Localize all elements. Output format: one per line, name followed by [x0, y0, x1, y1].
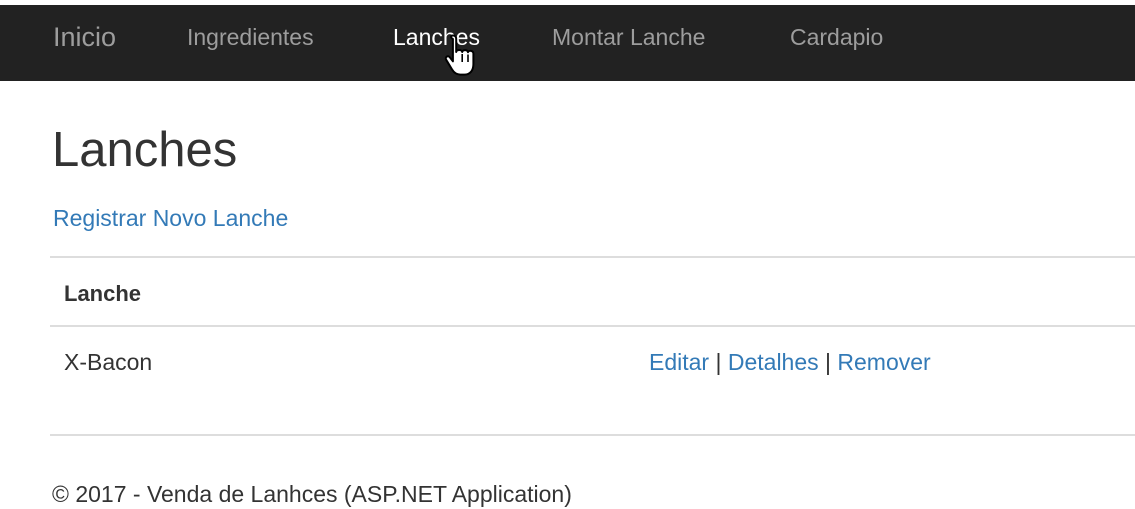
- navbar: Inicio Ingredientes Lanches Montar Lanch…: [0, 5, 1135, 81]
- action-separator: |: [715, 349, 722, 375]
- page-title: Lanches: [52, 123, 238, 177]
- table-header-lanche: Lanche: [64, 281, 142, 306]
- action-separator: |: [825, 349, 832, 375]
- create-new-link[interactable]: Registrar Novo Lanche: [53, 203, 288, 233]
- remove-link[interactable]: Remover: [837, 349, 930, 375]
- table-header-divider: [50, 325, 1135, 327]
- hand-pointer-icon: [444, 34, 475, 76]
- details-link[interactable]: Detalhes: [728, 349, 819, 375]
- edit-link[interactable]: Editar: [649, 349, 709, 375]
- footer-divider: [50, 434, 1135, 436]
- nav-item-ingredientes[interactable]: Ingredientes: [187, 22, 314, 52]
- row-actions: Editar | Detalhes | Remover: [649, 347, 931, 377]
- footer-copyright: © 2017 - Venda de Lanhces (ASP.NET Appli…: [52, 481, 572, 507]
- table-top-divider: [50, 256, 1135, 258]
- lanche-name-cell: X-Bacon: [64, 349, 153, 375]
- nav-item-montar-lanche[interactable]: Montar Lanche: [552, 22, 705, 52]
- nav-item-cardapio[interactable]: Cardapio: [790, 22, 883, 52]
- brand-link[interactable]: Inicio: [53, 19, 116, 55]
